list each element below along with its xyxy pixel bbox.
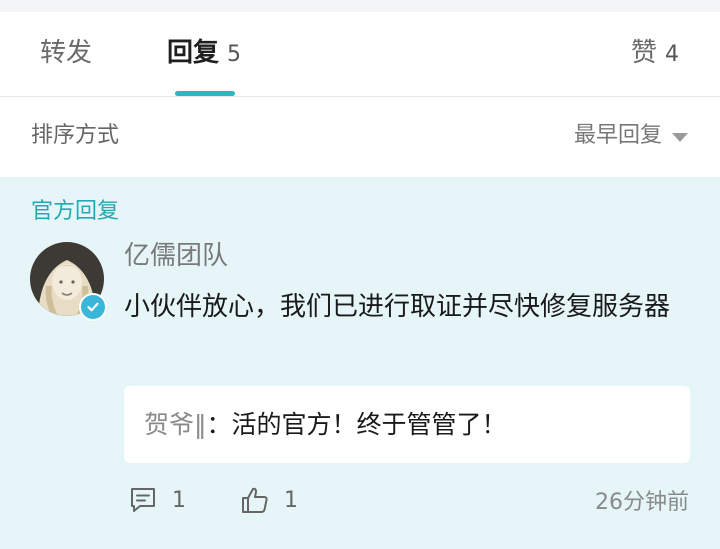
comment-button[interactable]: 1 [128,485,186,515]
sort-dropdown[interactable]: 最早回复 [574,121,688,151]
active-tab-indicator [175,91,235,96]
nested-reply[interactable]: 贺爷‖：活的官方！终于管管了！ [124,386,690,463]
caret-down-icon [672,132,688,142]
sort-bar: 排序方式 最早回复 [0,97,720,177]
like-count: 1 [284,487,298,513]
timestamp: 26分钟前 [595,490,689,515]
tab-bar: 转发 回复 5 赞4 [0,12,720,97]
sort-selected-value: 最早回复 [573,123,662,148]
nested-reply-user[interactable]: 贺爷‖ [144,410,207,439]
section-title: 官方回复 [31,199,120,224]
nested-reply-body: 活的官方！终于管管了！ [231,410,507,439]
nested-reply-text: 贺爷‖：活的官方！终于管管了！ [144,408,507,442]
tab-repost-label: 转发 [40,38,93,68]
tab-likes[interactable]: 赞4 [631,36,679,72]
tab-likes-label: 赞 [631,38,658,68]
comment-count: 1 [172,487,186,513]
like-button[interactable]: 1 [240,485,298,515]
status-strip [0,0,720,12]
comment-icon [131,488,155,512]
tab-repost[interactable]: 转发 [40,36,92,70]
sort-label: 排序方式 [31,123,120,148]
tab-replies-label: 回复 [167,38,220,68]
official-reply-section: 官方回复 亿儒团队 小伙伴放心，我们已进行取证并尽快修复服务器 贺爷‖：活的官方… [0,177,720,549]
tab-replies[interactable]: 回复 5 [167,36,241,72]
verified-badge-icon [79,293,107,321]
tab-replies-count: 5 [227,42,242,67]
thumbs-up-icon [242,487,268,513]
tab-likes-count: 4 [665,42,680,67]
reply-content: 小伙伴放心，我们已进行取证并尽快修复服务器 [124,292,671,322]
author-name[interactable]: 亿儒团队 [124,239,228,273]
nested-reply-separator: ： [206,410,232,439]
